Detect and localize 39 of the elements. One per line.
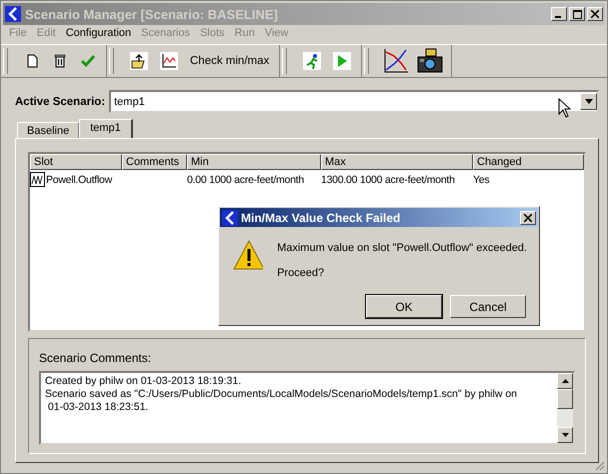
table-cell: 0.00 1000 acre-feet/month — [187, 174, 304, 186]
column-header[interactable]: Changed — [473, 154, 584, 170]
close-button[interactable] — [587, 7, 603, 21]
table-cell: 1300.00 1000 acre-feet/month — [321, 174, 455, 186]
scroll-up-icon[interactable] — [562, 379, 568, 383]
column-header[interactable]: Comments — [122, 154, 187, 170]
vertical-scrollbar[interactable] — [557, 373, 573, 443]
comments-label: Scenario Comments: — [39, 351, 152, 365]
ok-button[interactable]: OK — [366, 295, 442, 318]
column-header[interactable]: Slot — [30, 154, 122, 170]
app-logo-icon — [5, 6, 21, 22]
tab[interactable]: Baseline — [17, 122, 80, 138]
dialog-question: Proceed? — [277, 267, 326, 279]
close-icon[interactable] — [524, 214, 532, 222]
mouse-pointer-icon — [558, 98, 571, 118]
resize-grip-icon[interactable] — [595, 461, 605, 471]
camera-icon[interactable] — [415, 48, 446, 74]
comments-text-area[interactable]: Created by philw on 01-03-2013 18:19:31. Scenario saved as "C:/Users/Public/Documents/LocalModels/ScenarioModels/temp1.scn" by philw on 01-03-2013 18:23:51. — [39, 371, 575, 445]
window-title: Scenario Manager [Scenario: BASELINE] — [25, 6, 279, 22]
close-icon[interactable] — [591, 10, 599, 18]
warning-icon — [233, 240, 264, 270]
scroll-down-icon[interactable] — [562, 433, 568, 437]
menu-item[interactable]: Configuration — [62, 27, 138, 42]
maximize-button[interactable] — [569, 7, 585, 21]
close-button[interactable] — [520, 210, 536, 224]
column-header[interactable]: Max — [321, 154, 473, 170]
dialog-title: Min/Max Value Check Failed — [241, 210, 402, 224]
active-scenario-label: Active Scenario: — [15, 96, 106, 108]
active-scenario-dropdown[interactable]: temp1 — [109, 90, 599, 113]
table-cell: Powell.Outflow — [46, 174, 112, 186]
column-header[interactable]: Min — [187, 154, 321, 170]
table-cell: Yes — [473, 174, 490, 186]
maximize-icon[interactable] — [572, 10, 582, 18]
cancel-button[interactable]: Cancel — [450, 295, 526, 318]
check-min-max-button[interactable]: Check min/max — [186, 53, 274, 69]
app-logo-icon — [222, 210, 238, 226]
minimize-button[interactable] — [551, 7, 567, 21]
dialog-message: Maximum value on slot "Powell.Outflow" exceeded. — [277, 242, 527, 254]
tab[interactable]: temp1 — [79, 119, 133, 138]
